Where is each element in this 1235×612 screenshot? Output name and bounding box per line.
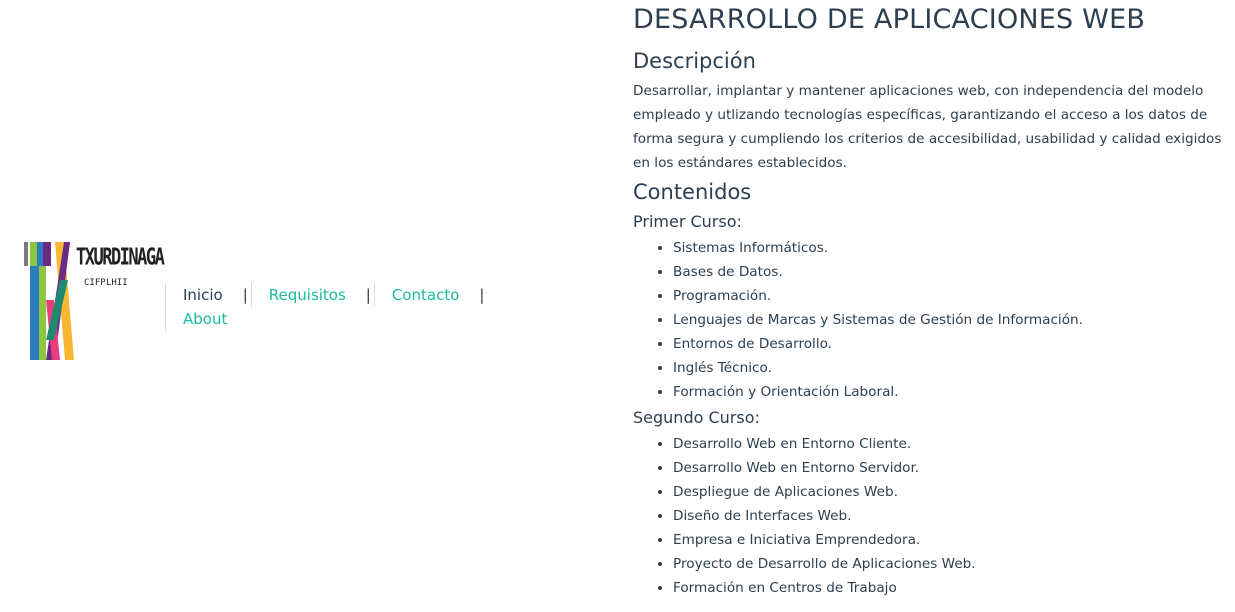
logo-subtext-left: CIFP — [84, 278, 106, 288]
second-year-subject-list: Desarrollo Web en Entorno Cliente. Desar… — [633, 432, 1233, 600]
description-heading: Descripción — [633, 49, 756, 73]
list-item: Proyecto de Desarrollo de Aplicaciones W… — [673, 552, 1233, 576]
list-item: Entornos de Desarrollo. — [673, 332, 1233, 356]
list-item: Empresa e Iniciativa Emprendedora. — [673, 528, 1233, 552]
list-item: Inglés Técnico. — [673, 356, 1233, 380]
list-item: Formación en Centros de Trabajo — [673, 576, 1233, 600]
list-item: Formación y Orientación Laboral. — [673, 380, 1233, 404]
logo-text: TXURDINAGA — [76, 244, 165, 271]
main-content: DESARROLLO DE APLICACIONES WEB Descripci… — [633, 0, 1233, 600]
txurdinaga-logo[interactable]: TXURDINAGA CIFP LHII — [24, 240, 165, 364]
nav-link-contacto[interactable]: Contacto — [373, 283, 477, 307]
list-item: Desarrollo Web en Entorno Cliente. — [673, 432, 1233, 456]
nav-row-1: Inicio | Requisitos | Contacto | — [165, 283, 485, 307]
logo-subtext-right: LHII — [106, 278, 128, 288]
nav-row-2: About — [165, 307, 485, 331]
list-item: Lenguajes de Marcas y Sistemas de Gestió… — [673, 308, 1233, 332]
list-item: Despliegue de Aplicaciones Web. — [673, 480, 1233, 504]
list-item: Diseño de Interfaces Web. — [673, 504, 1233, 528]
contents-heading: Contenidos — [633, 180, 752, 204]
nav-link-about[interactable]: About — [165, 307, 244, 331]
nav-separator: | — [479, 286, 485, 304]
list-item: Bases de Datos. — [673, 260, 1233, 284]
main-nav: Inicio | Requisitos | Contacto | About — [165, 283, 485, 331]
first-year-subject-list: Sistemas Informáticos. Bases de Datos. P… — [633, 236, 1233, 404]
description-text: Desarrollar, implantar y mantener aplica… — [633, 83, 1222, 171]
list-item: Programación. — [673, 284, 1233, 308]
nav-link-inicio[interactable]: Inicio — [165, 283, 240, 307]
nav-link-requisitos[interactable]: Requisitos — [250, 283, 363, 307]
first-year-heading: Primer Curso: — [633, 212, 742, 231]
page-title: DESARROLLO DE APLICACIONES WEB — [633, 4, 1146, 35]
second-year-heading: Segundo Curso: — [633, 408, 760, 427]
nav-separator: | — [242, 286, 248, 304]
nav-separator: | — [365, 286, 371, 304]
list-item: Desarrollo Web en Entorno Servidor. — [673, 456, 1233, 480]
list-item: Sistemas Informáticos. — [673, 236, 1233, 260]
